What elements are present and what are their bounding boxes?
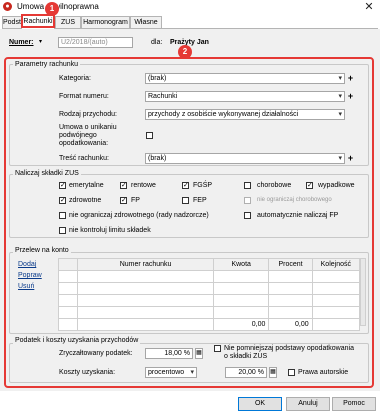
rentowe-label: rentowe	[131, 182, 156, 189]
nie-ogr-chor-label: nie ograniczaj chorobowego	[257, 197, 332, 203]
col-numer[interactable]: Numer rachunku	[77, 258, 215, 271]
total-procent: 0,00	[268, 318, 313, 331]
format-label: Format numeru:	[59, 93, 109, 100]
tresc-select[interactable]: (brak)	[145, 153, 345, 164]
kategoria-select[interactable]: (brak)	[145, 73, 345, 84]
przelew-table: Numer rachunku Kwota Procent Kolejność 0…	[57, 258, 361, 331]
umowa-label-3: opodatkowania:	[59, 140, 109, 147]
wypadkowe-checkbox[interactable]: ✓	[306, 182, 313, 189]
zdrowotne-checkbox[interactable]: ✓	[59, 197, 66, 204]
calculator-icon[interactable]: ▦	[269, 367, 277, 378]
format-select[interactable]: Rachunki	[145, 91, 345, 102]
prawa-autorskie-checkbox[interactable]	[288, 369, 295, 376]
kategoria-add-button[interactable]: +	[347, 73, 354, 84]
automat-fp-checkbox[interactable]	[244, 212, 251, 219]
col-procent[interactable]: Procent	[268, 258, 313, 271]
chorobowe-checkbox[interactable]	[244, 182, 251, 189]
fgsp-label: FGŚP	[193, 182, 213, 189]
step-badge-2: 2	[178, 45, 192, 59]
nie-kontroluj-label: nie kontroluj limitu składek	[69, 227, 151, 234]
params-group-title: Parametry rachunku	[13, 61, 81, 68]
chorobowe-label: chorobowe	[257, 182, 292, 189]
nie-ogr-zdr-label: nie ograniczaj zdrowotnego (rady nadzorc…	[69, 212, 209, 219]
emerytalne-label: emerytalne	[69, 182, 104, 189]
table-corner	[57, 258, 79, 271]
fp-label: FP	[131, 197, 140, 204]
fep-label: FEP	[193, 197, 207, 204]
koszty-label: Koszty uzyskania:	[59, 369, 116, 376]
chevron-down-icon[interactable]: ▾	[39, 38, 42, 45]
umowa-label-2: podwójnego	[59, 132, 97, 139]
col-kwota[interactable]: Kwota	[213, 258, 270, 271]
fp-checkbox[interactable]: ✓	[120, 197, 127, 204]
contractor-name: Prażyty Jan	[170, 39, 209, 46]
dodaj-link[interactable]: Dodaj	[18, 261, 36, 268]
app-logo-icon: ●	[3, 2, 12, 11]
table-scrollbar[interactable]	[360, 258, 366, 326]
col-kolejnosc[interactable]: Kolejność	[311, 258, 361, 271]
tab-wlasne[interactable]: Własne	[130, 16, 162, 28]
kategoria-label: Kategoria:	[59, 75, 91, 82]
table-row[interactable]	[57, 282, 361, 295]
zdrowotne-label: zdrowotne	[69, 197, 102, 204]
table-total-row: 0,00 0,00	[57, 318, 361, 331]
wypadkowe-label: wypadkowe	[318, 182, 355, 189]
dla-label: dla:	[151, 39, 163, 46]
fgsp-checkbox[interactable]: ✓	[182, 182, 189, 189]
nie-ogr-zdr-checkbox[interactable]	[59, 212, 66, 219]
table-row[interactable]	[57, 294, 361, 307]
tab-highlight	[21, 14, 55, 28]
umowa-label-1: Umowa o unikaniu	[59, 124, 117, 131]
rodzaj-select[interactable]: przychody z osobiście wykonywanej działa…	[145, 109, 345, 120]
koszty-field[interactable]: 20,00 %	[225, 367, 267, 378]
nie-kontroluj-checkbox[interactable]	[59, 227, 66, 234]
automat-fp-label: automatycznie naliczaj FP	[257, 212, 339, 219]
nie-pomniejszaj-checkbox[interactable]	[214, 345, 221, 352]
tresc-add-button[interactable]: +	[347, 153, 354, 164]
table-row[interactable]	[57, 270, 361, 283]
rodzaj-label: Rodzaj przychodu:	[59, 111, 117, 118]
tab-zus[interactable]: ZUS	[55, 16, 81, 28]
total-kwota: 0,00	[213, 318, 270, 331]
prawa-autorskie-label: Prawa autorskie	[298, 369, 349, 376]
numer-dropdown[interactable]: Numer:	[9, 39, 34, 46]
tab-harmonogram[interactable]: Harmonogram	[81, 16, 130, 28]
rentowe-checkbox[interactable]: ✓	[120, 182, 127, 189]
usun-link[interactable]: Usuń	[18, 283, 34, 290]
podatek-group-title: Podatek i koszty uzyskania przychodów	[13, 337, 141, 344]
ok-button[interactable]: OK	[238, 397, 282, 411]
emerytalne-checkbox[interactable]: ✓	[59, 182, 66, 189]
przelew-group-title: Przelew na konto	[13, 247, 71, 254]
calculator-icon[interactable]: ▦	[195, 348, 203, 359]
fep-checkbox[interactable]	[182, 197, 189, 204]
help-button[interactable]: Pomoc	[332, 397, 376, 411]
zus-group-title: Naliczaj składki ZUS	[13, 170, 81, 177]
step-badge-1: 1	[45, 2, 59, 16]
popraw-link[interactable]: Popraw	[18, 272, 42, 279]
close-button[interactable]: ✕	[358, 0, 380, 14]
zryczalt-label: Zryczałtowany podatek:	[59, 350, 133, 357]
numer-field[interactable]: U2/2018/(auto)	[58, 37, 133, 48]
nie-ogr-chor-checkbox[interactable]	[244, 197, 251, 204]
tresc-label: Treść rachunku:	[59, 155, 109, 162]
cancel-button[interactable]: Anuluj	[286, 397, 330, 411]
zryczalt-field[interactable]: 18,00 %	[145, 348, 193, 359]
koszty-type-select[interactable]: procentowo	[145, 367, 197, 378]
umowa-checkbox[interactable]	[146, 132, 153, 139]
table-row[interactable]	[57, 306, 361, 319]
format-add-button[interactable]: +	[347, 91, 354, 102]
nie-pomniejszaj-label-2: o składki ZUS	[224, 353, 268, 360]
nie-pomniejszaj-label: Nie pomniejszaj podstawy opodatkowania	[224, 345, 354, 352]
